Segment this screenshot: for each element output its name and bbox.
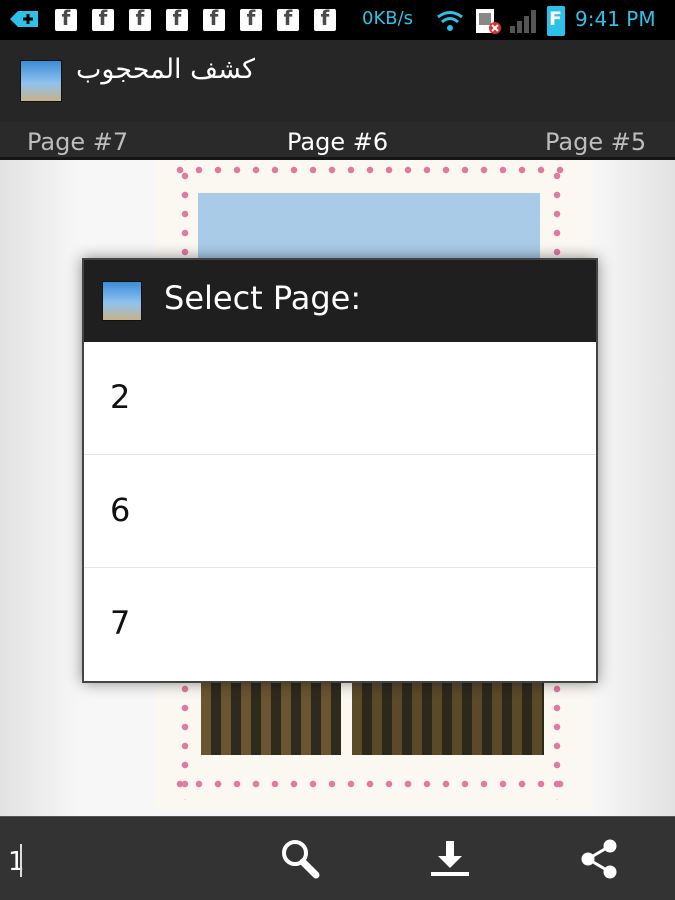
page-option-6[interactable]: 6 — [84, 455, 596, 568]
page-option-2[interactable]: 2 — [84, 342, 596, 455]
dialog-title: Select Page: — [164, 279, 362, 317]
dialog-header: Select Page: — [84, 260, 596, 342]
page-option-label: 6 — [110, 491, 131, 529]
page-option-label: 7 — [110, 604, 131, 642]
select-page-dialog: Select Page: 2 6 7 — [82, 258, 598, 683]
page-option-7[interactable]: 7 — [84, 568, 596, 681]
page-option-label: 2 — [110, 378, 131, 416]
app-icon — [102, 281, 142, 321]
